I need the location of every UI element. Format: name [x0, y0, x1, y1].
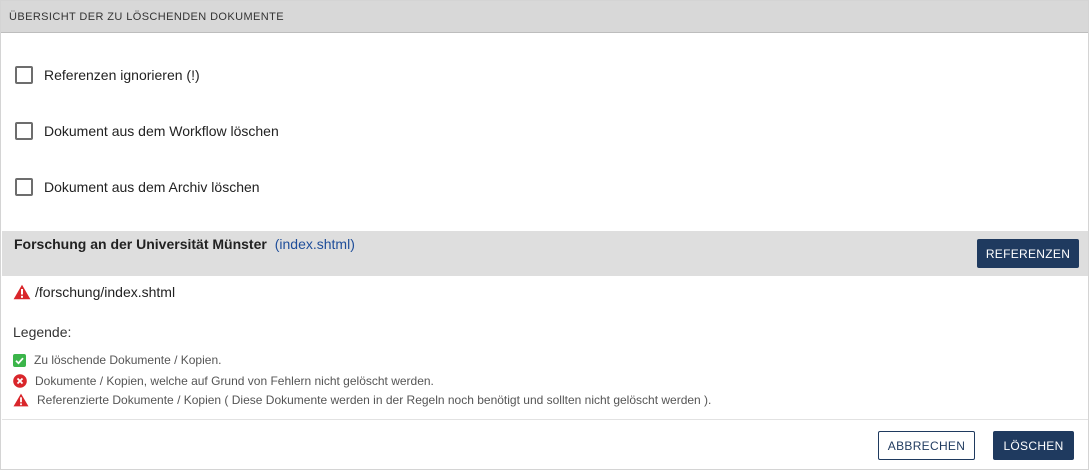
delete-from-archive-checkbox[interactable] — [15, 178, 33, 196]
document-title: Forschung an der Universität Münster — [14, 236, 267, 252]
legend-title: Legende: — [13, 324, 72, 340]
check-icon — [13, 353, 26, 367]
option-delete-from-workflow[interactable]: Dokument aus dem Workflow löschen — [15, 121, 279, 141]
dialog-header: ÜBERSICHT DER ZU LÖSCHENDEN DOKUMENTE — [1, 1, 1088, 33]
legend-item-delete: Zu löschende Dokumente / Kopien. — [13, 353, 221, 367]
legend-text: Referenzierte Dokumente / Kopien ( Diese… — [37, 393, 712, 407]
legend-item-referenced: Referenzierte Dokumente / Kopien ( Diese… — [13, 393, 711, 407]
document-header: Forschung an der Universität Münster (in… — [2, 231, 1088, 276]
references-button[interactable]: REFERENZEN — [977, 239, 1079, 268]
document-path: /forschung/index.shtml — [35, 284, 176, 300]
delete-from-workflow-checkbox[interactable] — [15, 122, 33, 140]
warning-icon — [13, 284, 31, 300]
dialog-title: ÜBERSICHT DER ZU LÖSCHENDEN DOKUMENTE — [9, 11, 284, 23]
document-title-line: Forschung an der Universität Münster (in… — [14, 236, 355, 252]
legend-text: Dokumente / Kopien, welche auf Grund von… — [35, 374, 434, 388]
delete-button[interactable]: LÖSCHEN — [993, 431, 1074, 460]
warning-icon — [13, 393, 29, 407]
option-ignore-references[interactable]: Referenzen ignorieren (!) — [15, 65, 200, 85]
document-link[interactable]: (index.shtml) — [275, 236, 355, 252]
option-label: Dokument aus dem Workflow löschen — [44, 123, 279, 139]
option-label: Dokument aus dem Archiv löschen — [44, 179, 260, 195]
delete-dialog: ÜBERSICHT DER ZU LÖSCHENDEN DOKUMENTE Re… — [0, 0, 1089, 470]
legend-text: Zu löschende Dokumente / Kopien. — [34, 353, 222, 367]
error-icon — [13, 374, 27, 388]
footer-divider — [2, 419, 1088, 420]
cancel-button[interactable]: ABBRECHEN — [878, 431, 975, 460]
document-path-row: /forschung/index.shtml — [13, 283, 175, 301]
ignore-references-checkbox[interactable] — [15, 66, 33, 84]
option-label: Referenzen ignorieren (!) — [44, 67, 200, 83]
option-delete-from-archive[interactable]: Dokument aus dem Archiv löschen — [15, 177, 260, 197]
legend-item-error: Dokumente / Kopien, welche auf Grund von… — [13, 374, 434, 388]
